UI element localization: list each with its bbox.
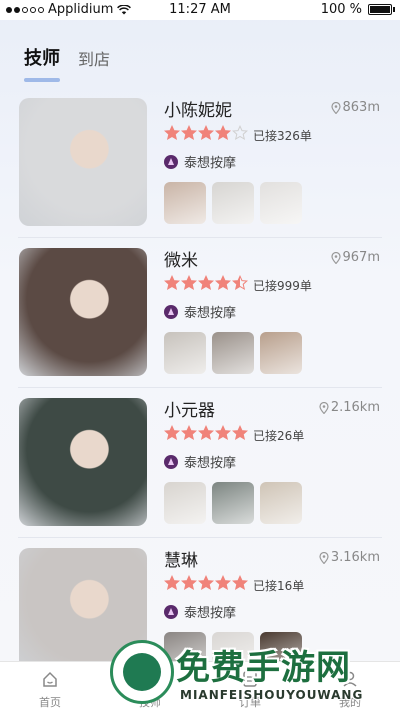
shop-info: 泰想按摩	[164, 152, 236, 171]
shop-name: 泰想按摩	[184, 156, 237, 171]
gallery-thumb[interactable]	[164, 182, 206, 224]
gallery-thumb[interactable]	[212, 332, 254, 374]
star-icon	[215, 425, 231, 441]
therapist-name: 慧琳	[164, 551, 198, 571]
star-icon	[232, 125, 248, 141]
rating-stars	[164, 575, 248, 591]
therapist-name: 小元器	[164, 401, 215, 421]
location-pin-icon	[330, 251, 341, 264]
gallery-thumb[interactable]	[260, 182, 302, 224]
watermark-title: 免费手游网	[176, 648, 351, 688]
star-icon	[164, 425, 180, 441]
distance: 863m	[330, 100, 380, 115]
star-icon	[215, 575, 231, 591]
therapist-card[interactable]: 小陈妮妮 863m 已接326单 泰想按摩	[0, 88, 400, 238]
tab-label: 到店	[78, 50, 111, 69]
order-count: 已接26单	[253, 429, 305, 443]
star-icon	[181, 125, 197, 141]
watermark-subtitle: MIANFEISHOUYOUWANG	[180, 688, 364, 702]
distance: 967m	[330, 250, 380, 265]
star-icon	[198, 575, 214, 591]
star-icon	[232, 425, 248, 441]
battery-icon	[368, 4, 395, 15]
rating-stars	[164, 425, 248, 441]
shop-name: 泰想按摩	[184, 456, 237, 471]
therapist-name: 小陈妮妮	[164, 101, 232, 121]
star-icon	[164, 125, 180, 141]
tab-label: 技师	[24, 48, 60, 69]
shop-logo-icon	[164, 154, 178, 169]
distance-value: 2.16km	[330, 400, 380, 415]
status-bar: Applidium 11:27 AM 100 %	[0, 0, 400, 20]
shop-name: 泰想按摩	[184, 306, 237, 321]
therapist-photo[interactable]	[19, 398, 147, 526]
therapist-name: 微米	[164, 251, 198, 271]
home-icon	[43, 671, 57, 687]
distance-value: 967m	[342, 250, 380, 265]
tab-store[interactable]: 到店	[78, 46, 110, 70]
star-icon	[181, 425, 197, 441]
shop-name: 泰想按摩	[184, 606, 237, 621]
distance-value: 863m	[342, 100, 380, 115]
star-icon	[164, 275, 180, 291]
star-icon	[181, 275, 197, 291]
photo-gallery	[164, 332, 302, 374]
gallery-thumb[interactable]	[260, 332, 302, 374]
star-icon	[198, 425, 214, 441]
status-right: 100 %	[320, 2, 395, 17]
order-count: 已接16单	[253, 579, 305, 593]
shop-logo-icon	[164, 304, 178, 319]
shop-logo-icon	[164, 454, 178, 469]
therapist-photo[interactable]	[19, 248, 147, 376]
shop-info: 泰想按摩	[164, 302, 236, 321]
distance: 2.16km	[319, 400, 380, 415]
therapist-card[interactable]: 小元器 2.16km 已接26单 泰想按摩	[0, 388, 400, 538]
shop-info: 泰想按摩	[164, 602, 236, 621]
nav-label: 首页	[39, 696, 61, 709]
watermark-logo	[110, 640, 174, 704]
tab-therapists[interactable]: 技师	[24, 44, 60, 82]
watermark: 免费手游网 MIANFEISHOUYOUWANG	[110, 636, 400, 711]
star-icon	[198, 275, 214, 291]
shop-logo-icon	[164, 604, 178, 619]
therapist-photo[interactable]	[19, 98, 147, 226]
location-pin-icon	[330, 101, 341, 114]
star-icon	[232, 575, 248, 591]
gallery-thumb[interactable]	[164, 332, 206, 374]
distance: 3.16km	[319, 550, 380, 565]
star-icon	[181, 575, 197, 591]
battery-percent: 100 %	[320, 2, 362, 17]
gallery-thumb[interactable]	[260, 482, 302, 524]
gallery-thumb[interactable]	[212, 482, 254, 524]
gallery-thumb[interactable]	[164, 482, 206, 524]
star-icon	[215, 125, 231, 141]
therapist-card[interactable]: 微米 967m 已接999单 泰想按摩	[0, 238, 400, 388]
star-icon	[164, 575, 180, 591]
nav-item-home[interactable]: 首页	[0, 662, 100, 712]
tab-bar: 技师 到店	[24, 44, 110, 82]
photo-gallery	[164, 482, 302, 524]
distance-value: 3.16km	[330, 550, 380, 565]
rating-stars	[164, 275, 248, 291]
order-count: 已接326单	[253, 129, 312, 143]
therapist-list: 小陈妮妮 863m 已接326单 泰想按摩 微米 967m 已接999单 泰想按…	[0, 88, 400, 688]
photo-gallery	[164, 182, 302, 224]
star-icon	[232, 275, 248, 291]
tab-underline	[24, 78, 60, 82]
star-icon	[215, 275, 231, 291]
order-count: 已接999单	[253, 279, 312, 293]
location-pin-icon	[319, 401, 329, 414]
location-pin-icon	[319, 551, 329, 564]
star-icon	[198, 125, 214, 141]
rating-stars	[164, 125, 248, 141]
shop-info: 泰想按摩	[164, 452, 236, 471]
gallery-thumb[interactable]	[212, 182, 254, 224]
